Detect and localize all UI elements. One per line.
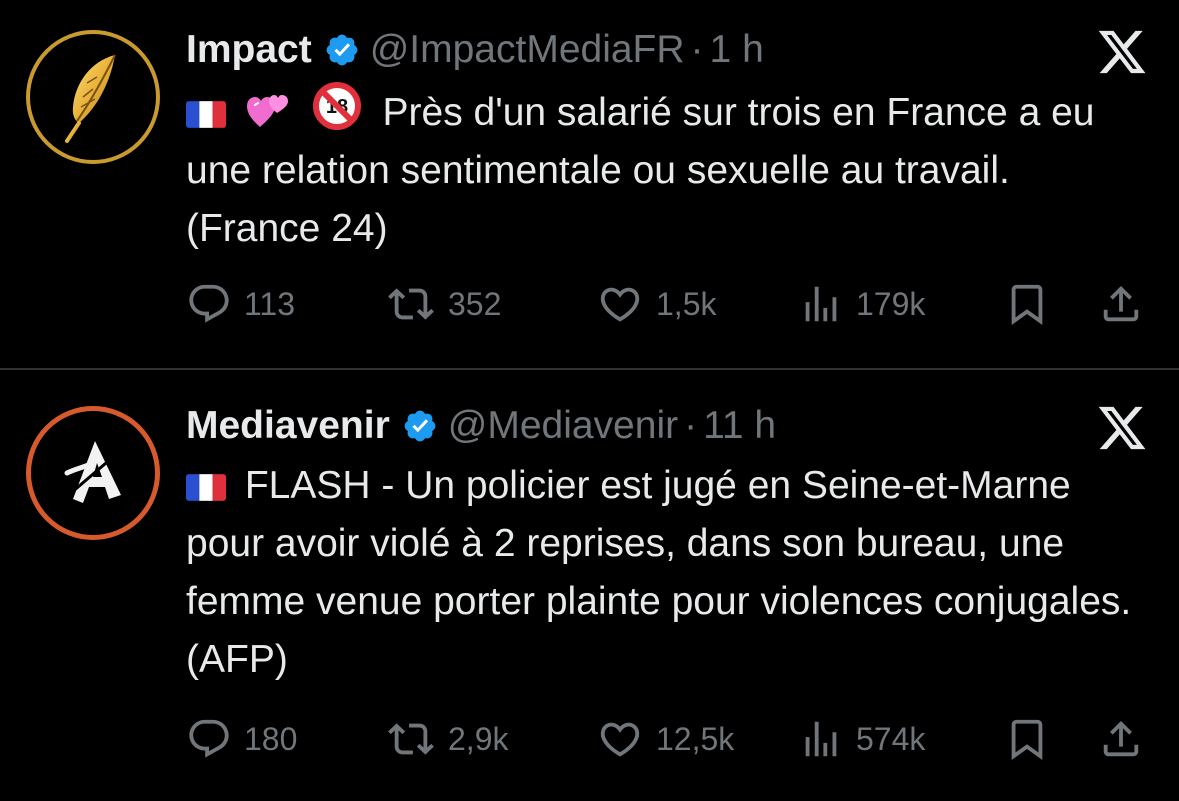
verified-badge-icon (402, 408, 438, 444)
like-count: 12,5k (656, 720, 735, 757)
handle[interactable]: @Mediavenir (448, 404, 678, 448)
timestamp[interactable]: 11 h (703, 404, 776, 448)
verified-badge-icon (324, 32, 360, 68)
mediavenir-logo-icon (64, 441, 121, 503)
reply-button[interactable]: 113 (186, 274, 295, 334)
views-count: 574k (856, 720, 926, 757)
repost-count: 2,9k (448, 720, 509, 757)
views-icon (805, 721, 837, 757)
timestamp[interactable]: 1 h (710, 28, 764, 72)
like-button[interactable]: 12,5k (596, 709, 734, 769)
repost-button[interactable]: 352 (386, 274, 501, 334)
share-icon (1103, 285, 1139, 322)
reply-icon (189, 284, 229, 323)
handle[interactable]: @ImpactMediaFR (370, 28, 685, 72)
tweet-text: 18 Près d'un salarié sur trois en France… (186, 81, 1146, 258)
bookmark-icon (1011, 719, 1043, 760)
display-name[interactable]: Impact (186, 28, 312, 72)
tweet-header: Impact @ImpactMediaFR · 1 h (186, 25, 764, 75)
action-bar: 113 352 1,5k 179k (186, 274, 1146, 334)
views-button[interactable]: 179k (798, 274, 925, 334)
reply-count: 113 (244, 285, 296, 322)
quill-icon (65, 54, 116, 143)
flag-france-icon (186, 101, 226, 128)
separator: · (684, 404, 698, 447)
separator: · (690, 28, 704, 71)
views-icon (805, 286, 837, 322)
avatar[interactable] (26, 30, 160, 164)
like-icon (600, 722, 640, 757)
repost-button[interactable]: 2,9k (386, 709, 508, 769)
tweet-header: Mediavenir @Mediavenir · 11 h (186, 401, 776, 451)
views-count: 179k (856, 285, 926, 322)
reply-count: 180 (244, 720, 298, 757)
share-button[interactable] (1098, 274, 1144, 334)
repost-count: 352 (448, 285, 502, 322)
repost-icon (388, 723, 434, 755)
bookmark-button[interactable] (1004, 709, 1050, 769)
flag-france-icon (186, 474, 226, 501)
bookmark-icon (1011, 284, 1043, 325)
tweet-card[interactable]: Impact @ImpactMediaFR · 1 h 18 (0, 0, 1179, 368)
tweet-text-content: FLASH - Un policier est jugé en Seine-et… (186, 464, 1132, 681)
action-bar: 180 2,9k 12,5k 574k (186, 709, 1146, 769)
tweet-card[interactable]: Mediavenir @Mediavenir · 11 h FLASH - Un… (0, 370, 1179, 801)
two-hearts-icon (246, 95, 288, 127)
repost-icon (388, 288, 434, 320)
reply-icon (189, 719, 229, 758)
share-icon (1103, 720, 1139, 757)
tweet-text: FLASH - Un policier est jugé en Seine-et… (186, 457, 1146, 689)
like-count: 1,5k (656, 285, 717, 322)
views-button[interactable]: 574k (798, 709, 925, 769)
bookmark-button[interactable] (1004, 274, 1050, 334)
like-button[interactable]: 1,5k (596, 274, 716, 334)
share-button[interactable] (1098, 709, 1144, 769)
x-logo-icon (1098, 30, 1146, 74)
like-icon (600, 287, 640, 322)
display-name[interactable]: Mediavenir (186, 404, 390, 448)
avatar[interactable] (26, 406, 160, 540)
x-logo-icon (1098, 406, 1146, 450)
no-one-under-eighteen-icon: 18 (312, 82, 361, 130)
reply-button[interactable]: 180 (186, 709, 297, 769)
